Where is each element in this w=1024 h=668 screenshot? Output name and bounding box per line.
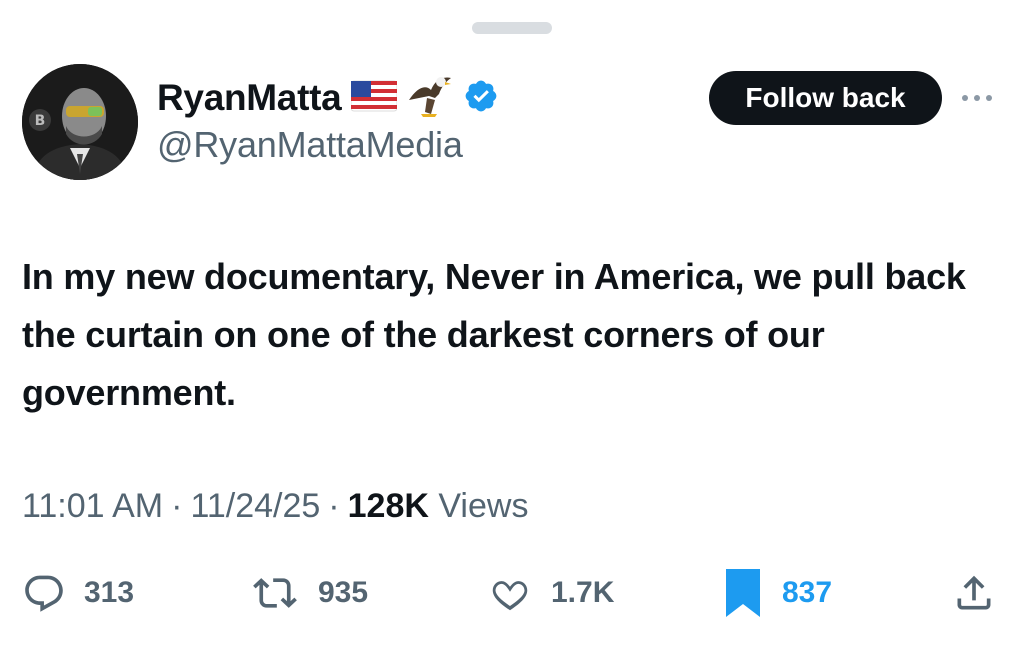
avatar[interactable]: B [22,64,138,180]
eagle-icon [407,74,453,123]
reply-button[interactable]: 313 [22,567,134,619]
verified-badge-icon [463,78,499,119]
repost-count: 935 [318,576,369,609]
svg-text:B: B [35,113,46,129]
meta-separator: · [171,487,183,525]
bookmark-count: 837 [782,576,833,609]
author-name-row: RyanMatta [157,74,499,122]
flag-us-icon [350,79,398,118]
bookmark-filled-icon [726,569,760,617]
more-options-icon[interactable] [962,88,1002,108]
follow-back-button[interactable]: Follow back [709,71,942,125]
repost-icon [253,578,297,608]
heart-icon [492,581,528,611]
reply-icon [25,575,63,612]
reply-count: 313 [84,576,135,609]
share-icon [957,575,991,610]
sheet-grabber[interactable] [472,22,552,34]
tweet-date[interactable]: 11/24/25 [190,487,320,526]
views-count: 128K [347,487,429,525]
action-bar: 313 935 1.7K 837 [0,567,1024,619]
meta-separator: · [328,487,340,525]
repost-button[interactable]: 935 [250,567,368,619]
tweet-time[interactable]: 11:01 AM [22,487,163,526]
share-button[interactable] [952,567,996,619]
views-label: Views [438,487,529,525]
like-count: 1.7K [551,576,615,609]
tweet-text: In my new documentary, Never in America,… [22,256,966,413]
author-handle[interactable]: @RyanMattaMedia [157,124,463,166]
like-button[interactable]: 1.7K [487,567,614,619]
bookmark-button[interactable]: 837 [722,567,832,619]
author-display-name[interactable]: RyanMatta [157,77,342,119]
tweet-meta: 11:01 AM · 11/24/25 · 128K Views [22,487,528,526]
